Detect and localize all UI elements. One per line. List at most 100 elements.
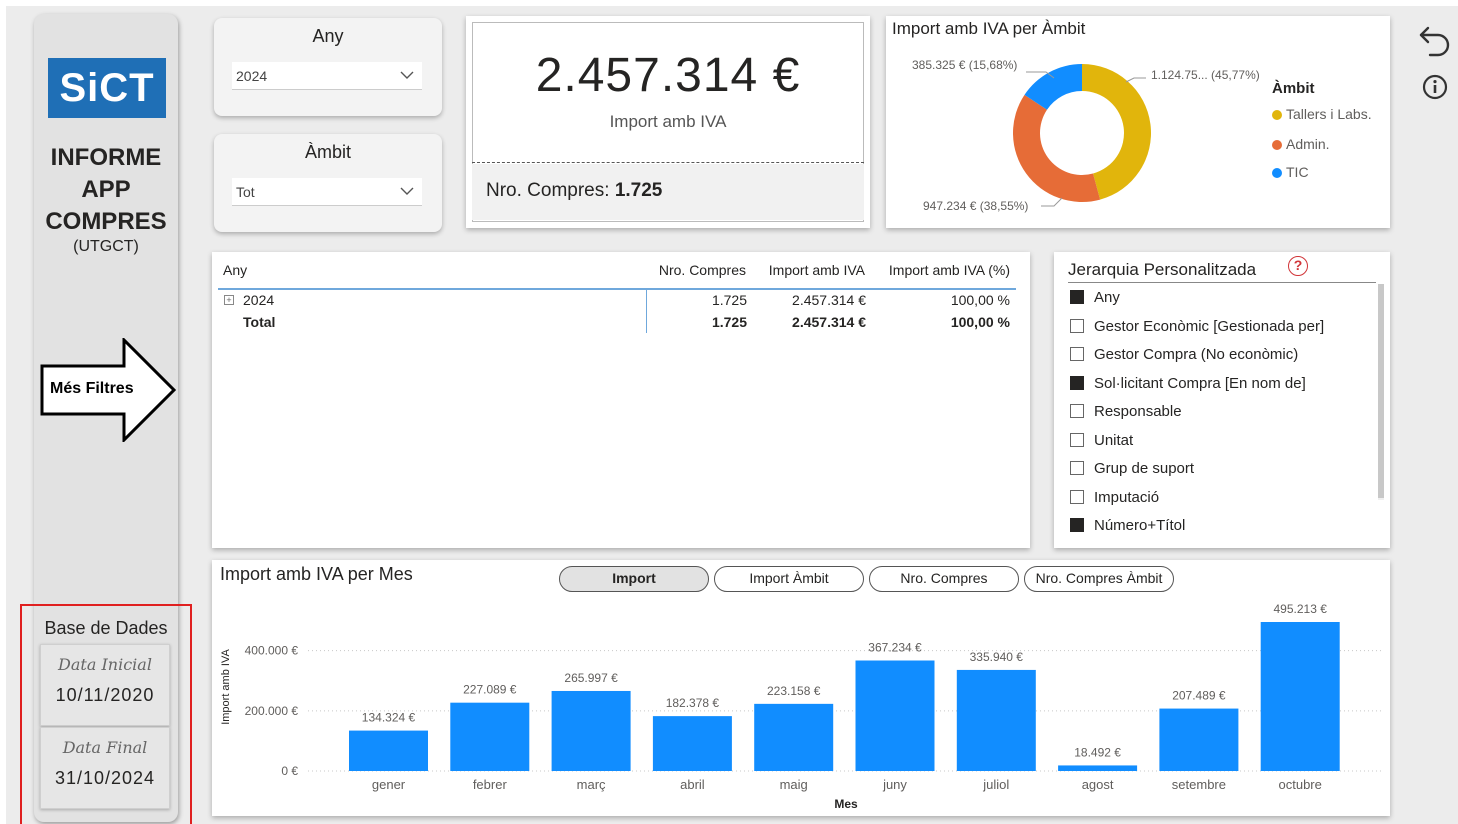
hierarchy-item[interactable]: Gestor Econòmic [Gestionada per]	[1070, 318, 1324, 335]
monthly-bar-panel: Import amb IVA per Mes Import Import Àmb…	[212, 560, 1390, 816]
checkbox[interactable]	[1070, 489, 1084, 504]
leader-line-tallers	[1125, 77, 1146, 83]
table-header-compres[interactable]: Nro. Compres	[659, 262, 746, 278]
table-column-divider	[646, 289, 647, 333]
bar-juliol[interactable]	[956, 669, 1036, 771]
scope-slicer: Àmbit Tot	[214, 134, 442, 232]
legend-label: Tallers i Labs.	[1286, 106, 1372, 122]
hierarchy-item[interactable]: Número+Títol	[1070, 517, 1185, 534]
bar-data-label: 265.997 €	[564, 671, 618, 685]
legend-label: TIC	[1286, 164, 1309, 180]
checkbox[interactable]	[1070, 461, 1084, 475]
bar-gener[interactable]	[349, 730, 428, 771]
bar-agost[interactable]	[1058, 765, 1138, 771]
y-tick-label: 200.000 €	[245, 704, 299, 718]
bar-data-label: 223.158 €	[767, 684, 821, 698]
x-tick-label: maig	[780, 777, 808, 792]
checkbox[interactable]	[1070, 375, 1084, 390]
back-arrow-icon[interactable]	[1418, 22, 1452, 60]
x-axis-title: Mes	[834, 797, 858, 811]
legend-dot	[1272, 110, 1282, 120]
hierarchy-item[interactable]: Sol·licitant Compra [En nom de]	[1070, 375, 1306, 392]
bar-setembre[interactable]	[1159, 708, 1239, 771]
checkbox[interactable]	[1070, 290, 1084, 304]
kpi-card: 2.457.314 € Import amb IVA Nro. Compres:…	[466, 16, 870, 228]
x-tick-label: agost	[1082, 777, 1114, 792]
row-compres-total: 1.725	[711, 314, 747, 330]
hierarchy-item[interactable]: Grup de suport	[1070, 460, 1194, 477]
start-date-value: 10/11/2020	[55, 685, 155, 705]
y-tick-label: 400.000 €	[245, 644, 299, 658]
bar-data-label: 207.489 €	[1172, 689, 1226, 703]
hierarchy-item-label: Any	[1094, 289, 1120, 306]
report-title-line: COMPRES	[45, 208, 167, 235]
row-pct-2024: 100,00 %	[950, 292, 1010, 308]
bar-juny[interactable]	[855, 660, 935, 771]
start-date-card: Data Inicial 10/11/2020	[40, 644, 170, 726]
hierarchy-item[interactable]: Imputació	[1070, 489, 1159, 506]
expand-row-icon[interactable]: +	[224, 295, 234, 305]
x-tick-label: juliol	[982, 777, 1009, 792]
hierarchy-scrollbar-thumb[interactable]	[1378, 284, 1384, 498]
table-header-import[interactable]: Import amb IVA	[769, 262, 865, 278]
hierarchy-item[interactable]: Gestor Compra (No econòmic)	[1070, 346, 1298, 363]
legend-label: Admin.	[1286, 136, 1330, 152]
bar-data-label: 367.234 €	[868, 641, 922, 655]
kpi-total-label: Import amb IVA	[609, 112, 727, 131]
bar-abril[interactable]	[652, 716, 732, 771]
bar-data-label: 18.492 €	[1074, 745, 1121, 759]
scope-dropdown-value: Tot	[236, 184, 255, 200]
table-header-pct[interactable]: Import amb IVA (%)	[889, 262, 1010, 278]
donut-slice-admin[interactable]	[1013, 94, 1101, 203]
legend-item-admin[interactable]: Admin.	[1272, 136, 1330, 152]
info-icon[interactable]	[1422, 74, 1448, 100]
bar-data-label: 134.324 €	[362, 711, 416, 725]
bar-febrer[interactable]	[450, 702, 530, 771]
x-tick-label: setembre	[1172, 777, 1226, 792]
y-axis-title: Import amb IVA	[220, 649, 232, 725]
kpi-total-import: 2.457.314 €	[535, 49, 801, 102]
kpi-purchases-label: Nro. Compres:	[486, 180, 610, 201]
help-icon[interactable]: ?	[1288, 256, 1308, 276]
more-filters-label: Més Filtres	[50, 380, 134, 397]
hierarchy-item-label: Gestor Compra (No econòmic)	[1094, 346, 1299, 363]
year-dropdown[interactable]: 2024	[232, 62, 422, 90]
checkbox[interactable]	[1070, 518, 1084, 532]
donut-legend-title: Àmbit	[1272, 80, 1315, 97]
hierarchy-item[interactable]: Any	[1070, 289, 1120, 306]
hierarchy-slicer: Jerarquia Personalitzada ? Any Gestor Eco…	[1054, 252, 1390, 548]
row-import-2024: 2.457.314 €	[792, 292, 866, 308]
x-tick-label: gener	[372, 777, 406, 792]
bar-octubre[interactable]	[1260, 622, 1340, 771]
matrix-table: Any Nro. Compres Import amb IVA Import a…	[212, 252, 1030, 548]
table-header-any[interactable]: Any	[223, 262, 247, 278]
hierarchy-item-label: Sol·licitant Compra [En nom de]	[1094, 374, 1306, 392]
report-title: INFORME APP COMPRES	[34, 142, 178, 238]
x-tick-label: febrer	[473, 777, 508, 792]
row-pct-total: 100,00 %	[950, 314, 1010, 330]
table-header-rule	[218, 288, 1016, 290]
legend-item-tic[interactable]: TIC	[1272, 164, 1309, 180]
report-title-line: APP	[81, 176, 131, 203]
report-subtitle: (UTGCT)	[73, 238, 139, 255]
hierarchy-item[interactable]: Unitat	[1070, 432, 1133, 449]
legend-item-tallers[interactable]: Tallers i Labs.	[1272, 106, 1372, 122]
hierarchy-item[interactable]: Responsable	[1070, 403, 1182, 420]
bar-maig[interactable]	[754, 703, 834, 771]
checkbox[interactable]	[1070, 347, 1084, 361]
end-date-label: Data Final	[62, 738, 148, 757]
end-date-card: Data Final 31/10/2024	[40, 727, 170, 809]
hierarchy-item-label: Número+Títol	[1094, 517, 1186, 534]
hierarchy-title: Jerarquia Personalitzada	[1068, 260, 1257, 279]
year-slicer: Any 2024	[214, 18, 442, 116]
checkbox[interactable]	[1070, 404, 1084, 418]
report-title-line: INFORME	[50, 144, 162, 171]
kpi-footer: Nro. Compres: 1.725	[472, 164, 864, 220]
scope-dropdown[interactable]: Tot	[232, 178, 422, 206]
checkbox[interactable]	[1070, 432, 1084, 447]
legend-dot	[1272, 168, 1282, 178]
year-dropdown-value: 2024	[236, 68, 268, 84]
donut-chart-card: Import amb IVA per Àmbit 385.325 € (15,6…	[886, 16, 1390, 228]
bar-març[interactable]	[551, 690, 631, 771]
checkbox[interactable]	[1070, 318, 1084, 333]
